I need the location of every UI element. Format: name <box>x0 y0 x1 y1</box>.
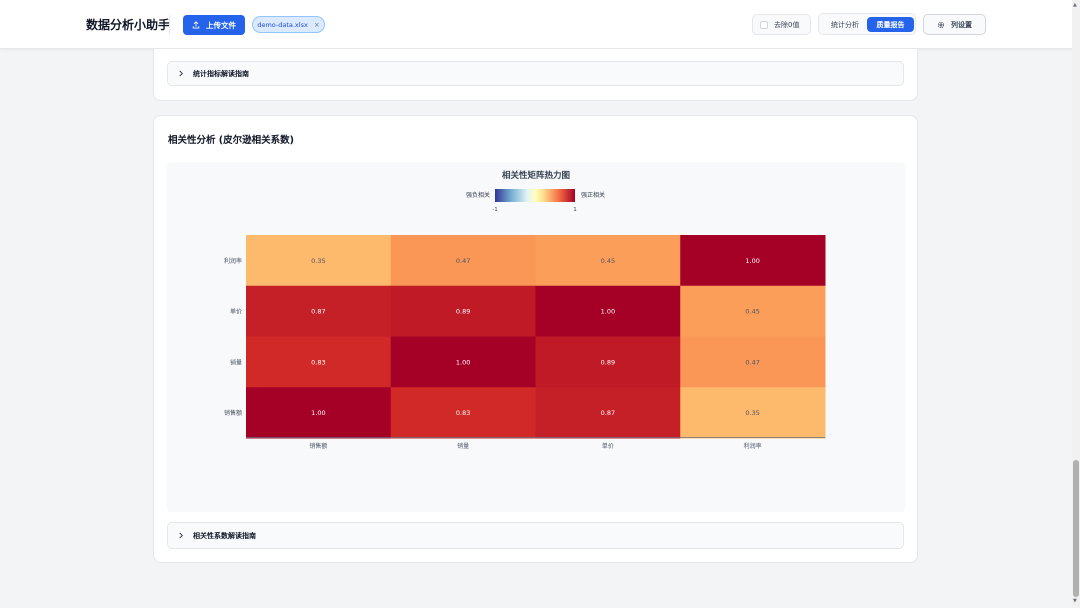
heatmap-panel: 相关性矩阵热力图 强负相关 强正相关 -1 1 0.35 0.47 0.45 1.00… <box>167 162 905 512</box>
heatmap-title: 相关性矩阵热力图 <box>502 170 570 181</box>
heatmap-cell-label: 1.00 <box>745 257 759 265</box>
heatmap-cell-label: 0.89 <box>456 308 470 316</box>
column-settings-label: 列设置 <box>951 20 972 29</box>
view-tab-group: 统计分析 质量报告 <box>818 13 916 35</box>
chevron-right-icon <box>179 70 183 77</box>
legend-color-bar <box>495 189 575 202</box>
heatmap-cell-label: 0.89 <box>601 358 615 366</box>
scrollbar-thumb[interactable] <box>1073 460 1079 597</box>
heatmap-cell-label: 0.83 <box>311 358 325 366</box>
legend-min-value: -1 <box>492 207 497 213</box>
upload-file-button[interactable]: 上传文件 <box>183 15 245 35</box>
tab-quality-report[interactable]: 质量报告 <box>867 17 914 32</box>
heatmap-cell-label: 0.45 <box>601 257 615 265</box>
heatmap-cell-label: 0.87 <box>601 409 615 417</box>
heatmap-cell-label: 0.45 <box>745 308 759 316</box>
legend-max-value: 1 <box>573 207 577 213</box>
heatmap-cell-label: 1.00 <box>456 358 470 366</box>
heatmap-cell-label: 0.47 <box>456 257 470 265</box>
upload-icon <box>192 21 200 29</box>
remove-zero-toggle[interactable]: 去除0值 <box>752 14 811 35</box>
x-tick-label: 销售额 <box>309 442 327 450</box>
gear-icon <box>937 21 945 28</box>
heatmap-cell-label: 0.35 <box>745 409 759 417</box>
scroll-up-icon[interactable]: ▲ <box>1073 2 1077 8</box>
heatmap-cell-label: 0.87 <box>311 308 325 316</box>
correlation-guide-label: 相关性系数解读指南 <box>193 531 256 540</box>
file-chip[interactable]: demo-data.xlsx × <box>252 16 325 33</box>
heatmap-cell-label: 0.47 <box>745 358 759 366</box>
column-settings-button[interactable]: 列设置 <box>923 14 986 35</box>
legend-min-label: 强负相关 <box>466 191 490 199</box>
y-tick-label: 销量 <box>230 358 242 366</box>
y-tick-label: 利润率 <box>224 257 242 265</box>
heatmap-cell-label: 0.35 <box>311 257 325 265</box>
correlation-title: 相关性分析 (皮尔逊相关系数) <box>168 135 294 146</box>
x-tick-label: 单价 <box>602 442 614 450</box>
header-divider <box>169 15 170 34</box>
app-title: 数据分析小助手 <box>86 18 171 32</box>
page-scrollbar[interactable]: ▲ ▼ <box>1072 0 1080 608</box>
stats-card: 统计指标解读指南 <box>153 49 918 101</box>
upload-file-label: 上传文件 <box>206 20 236 30</box>
tab-stats-analysis[interactable]: 统计分析 <box>824 17 866 32</box>
x-tick-label: 利润率 <box>744 442 762 450</box>
legend-max-label: 强正相关 <box>581 191 605 199</box>
stats-guide-toggle[interactable]: 统计指标解读指南 <box>167 61 904 86</box>
file-chip-label: demo-data.xlsx <box>257 20 308 29</box>
app-header: 数据分析小助手 上传文件 demo-data.xlsx × 去除0值 统计分析 … <box>0 0 1072 49</box>
correlation-card: 相关性分析 (皮尔逊相关系数) 相关性矩阵热力图 强负相关 强正相关 -1 1 <box>153 115 918 563</box>
stats-guide-label: 统计指标解读指南 <box>193 69 249 78</box>
remove-zero-checkbox[interactable] <box>760 20 768 29</box>
chevron-right-icon <box>179 532 183 539</box>
correlation-heatmap: 相关性矩阵热力图 强负相关 强正相关 -1 1 0.35 0.47 0.45 1.00… <box>224 170 826 450</box>
y-tick-label: 销售额 <box>224 409 242 417</box>
x-tick-label: 销量 <box>457 442 469 450</box>
close-icon[interactable]: × <box>314 21 320 29</box>
correlation-guide-toggle[interactable]: 相关性系数解读指南 <box>167 522 904 549</box>
heatmap-cell-label: 1.00 <box>601 308 615 316</box>
y-tick-label: 单价 <box>230 308 242 316</box>
heatmap-cell-label: 1.00 <box>311 409 325 417</box>
scroll-down-icon[interactable]: ▼ <box>1073 598 1077 604</box>
remove-zero-label: 去除0值 <box>774 20 800 29</box>
heatmap-cell-label: 0.83 <box>456 409 470 417</box>
